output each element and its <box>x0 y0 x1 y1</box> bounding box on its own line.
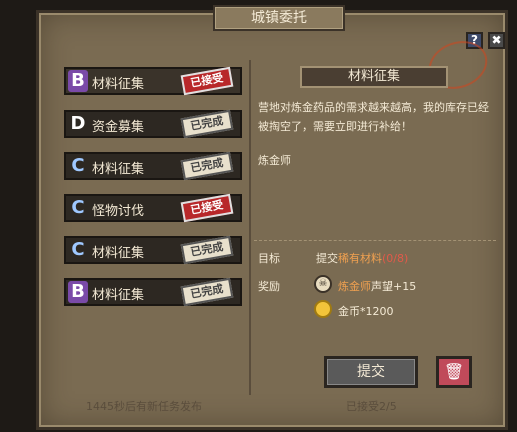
quest-description: 营地对炼金药品的需求越来越高，我的库存已经被掏空了，需要立即进行补给！ <box>258 101 489 133</box>
goal-item: 稀有材料 <box>338 252 382 265</box>
status-stamp: 已完成 <box>180 109 234 139</box>
quest-name: 资金募集 <box>92 120 145 135</box>
reward-label: 奖励 <box>258 280 280 293</box>
reward-rep-name: 炼金师 <box>338 280 371 293</box>
submit-button[interactable]: 提交 <box>324 356 418 388</box>
close-button[interactable]: ✖ <box>488 32 505 49</box>
goal-prefix: 提交 <box>316 252 338 265</box>
window-title: 城镇委托 <box>213 5 345 31</box>
grade-badge: D <box>70 113 86 134</box>
status-stamp: 已接受 <box>180 193 234 223</box>
quest-item[interactable]: C 材料征集 已完成 <box>64 151 242 181</box>
goal-progress: (0/8) <box>382 252 409 265</box>
section-divider <box>254 240 496 242</box>
grade-badge: C <box>71 239 85 260</box>
column-divider <box>249 60 251 395</box>
quest-name: 材料征集 <box>92 246 145 261</box>
quest-item[interactable]: C 材料征集 已完成 <box>64 235 242 265</box>
quest-item[interactable]: B 材料征集 已完成 <box>64 277 242 307</box>
quest-item[interactable]: B 材料征集 已接受 <box>64 66 242 96</box>
reward-rep-text: 声望+15 <box>371 280 417 293</box>
accepted-count: 已接受2/5 <box>346 400 397 413</box>
grade-badge: B <box>68 281 88 303</box>
delete-button[interactable]: 🗑 <box>436 356 472 388</box>
reward-reputation: 炼金师声望+15 <box>338 278 416 294</box>
quest-name: 材料征集 <box>92 77 145 92</box>
grade-badge: C <box>71 197 85 218</box>
grade-badge: C <box>71 155 85 176</box>
status-stamp: 已接受 <box>180 66 234 96</box>
quest-item[interactable]: D 资金募集 已完成 <box>64 109 242 139</box>
status-stamp: 已完成 <box>180 235 234 265</box>
quest-name: 怪物讨伐 <box>92 204 145 219</box>
goal-label: 目标 <box>258 252 280 265</box>
gold-coin-icon <box>314 300 332 318</box>
reputation-icon: ☠ <box>314 275 332 293</box>
quest-giver: 炼金师 <box>258 154 291 167</box>
grade-badge: B <box>68 70 88 92</box>
status-stamp: 已完成 <box>180 277 234 307</box>
detail-title: 材料征集 <box>300 66 448 88</box>
quest-name: 材料征集 <box>92 288 145 303</box>
goal-text: 提交稀有材料(0/8) <box>316 250 408 266</box>
new-quest-timer: 1445秒后有新任务发布 <box>86 400 202 413</box>
reward-gold: 金币*1200 <box>338 305 394 318</box>
trash-icon: 🗑 <box>443 362 465 381</box>
quest-item[interactable]: C 怪物讨伐 已接受 <box>64 193 242 223</box>
status-stamp: 已完成 <box>180 151 234 181</box>
quest-name: 材料征集 <box>92 162 145 177</box>
